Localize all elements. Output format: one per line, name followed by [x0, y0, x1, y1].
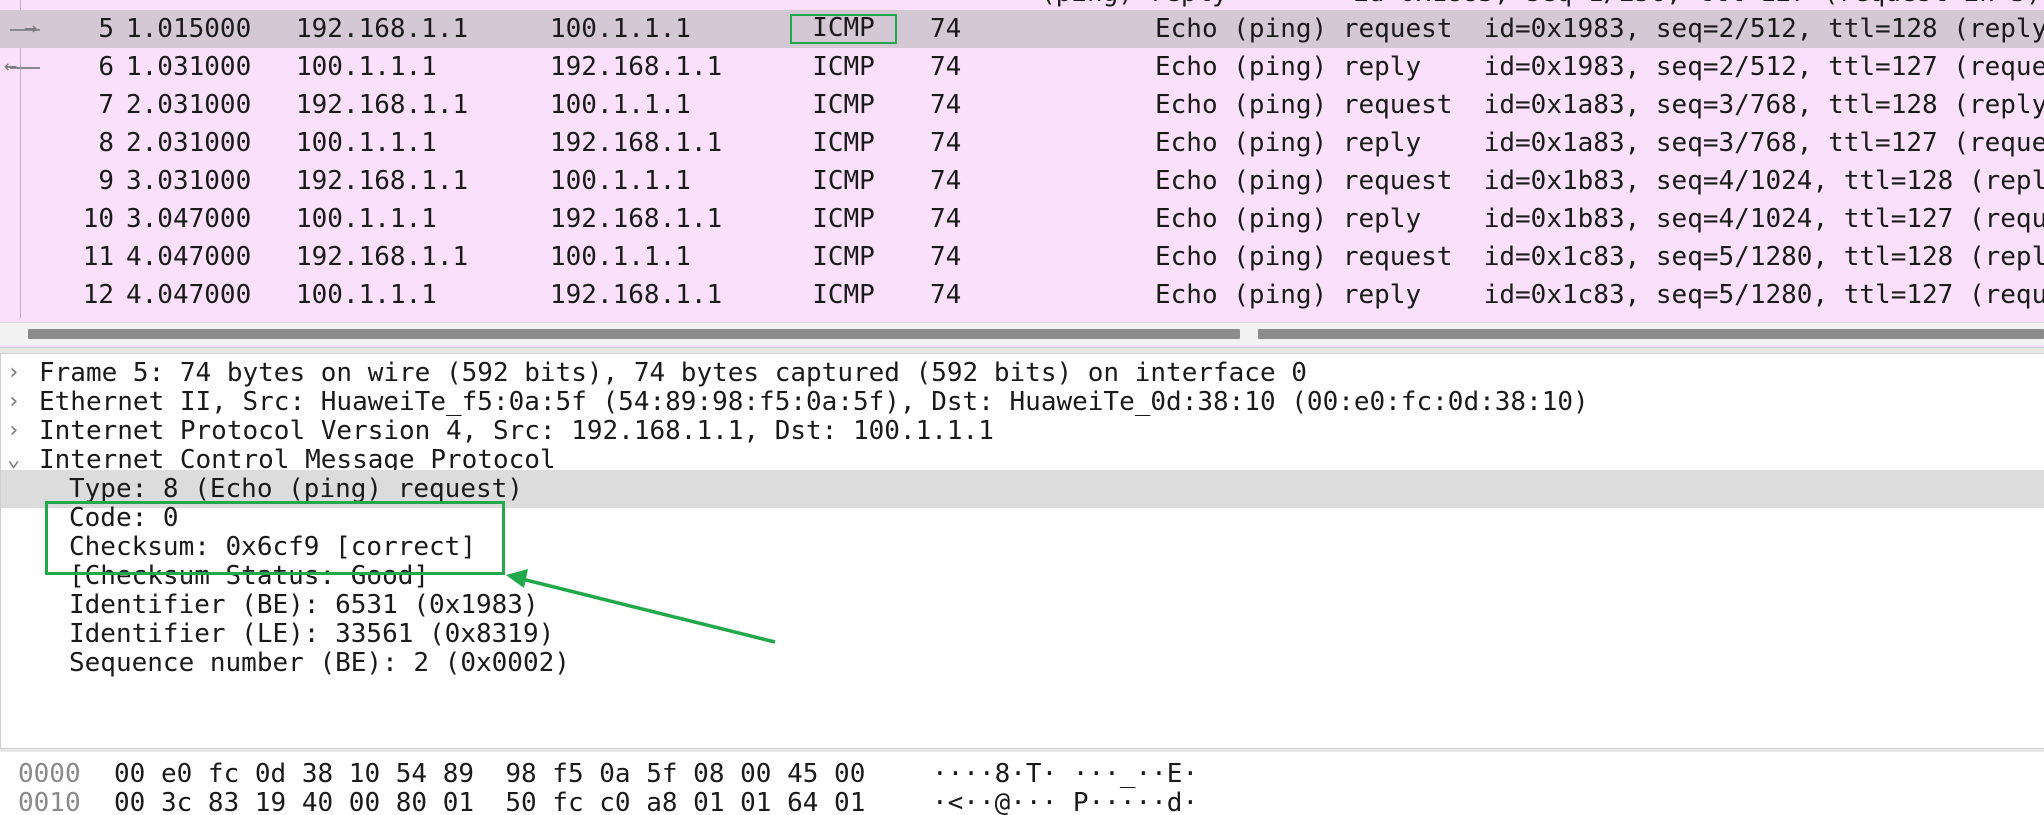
packet-info: Echo (ping) reply id=0x1c83, seq=5/1280,… [1155, 280, 2044, 310]
packet-number: 5 [98, 14, 114, 44]
packet-row[interactable]: ← 6 1.031000 100.1.1.1 192.168.1.1 ICMP 74 Echo… [0, 48, 2044, 86]
packet-number: 11 [82, 242, 114, 272]
packet-protocol: ICMP [812, 128, 875, 158]
packet-length: 74 [930, 166, 962, 196]
packet-source: 192.168.1.1 [296, 90, 469, 120]
packet-list[interactable]: (ping) reply id=0x1883, seq=1/256, ttl=1… [0, 0, 2044, 347]
packet-row[interactable]: 8 2.031000 100.1.1.1 192.168.1.1 ICMP 74 Echo … [0, 124, 2044, 162]
packet-destination: 100.1.1.1 [550, 166, 691, 196]
packet-time: 1.015000 [126, 14, 252, 44]
packet-source: 100.1.1.1 [296, 128, 437, 158]
packet-info: Echo (ping) reply id=0x1a83, seq=3/768, … [1155, 128, 2044, 158]
packet-row[interactable]: 7 2.031000 192.168.1.1 100.1.1.1 ICMP 74 Echo … [0, 86, 2044, 124]
packet-protocol: ICMP [812, 204, 875, 234]
packet-source: 192.168.1.1 [296, 14, 469, 44]
packet-source: 192.168.1.1 [296, 242, 469, 272]
annotation-highlight-box [45, 501, 505, 575]
packet-protocol: ICMP [812, 90, 875, 120]
packet-destination: 100.1.1.1 [550, 242, 691, 272]
packet-number: 8 [98, 128, 114, 158]
packet-number: 6 [98, 52, 114, 82]
hex-ascii: ·<··@··· P·····d· [932, 788, 1199, 815]
packet-info: Echo (ping) request id=0x1b83, seq=4/102… [1155, 166, 2044, 196]
packet-protocol: ICMP [812, 242, 875, 272]
packet-destination: 192.168.1.1 [550, 128, 723, 158]
packet-time: 3.047000 [126, 204, 252, 234]
packet-length: 74 [930, 242, 962, 272]
packet-number: 12 [82, 280, 114, 310]
packet-time: 4.047000 [126, 280, 252, 310]
packet-info: Echo (ping) reply id=0x1983, seq=2/512, … [1155, 52, 2044, 82]
packet-destination: 192.168.1.1 [550, 52, 723, 82]
packet-time: 1.031000 [126, 52, 252, 82]
packet-number: 7 [98, 90, 114, 120]
hex-bytes: 00 3c 83 19 40 00 80 01 50 fc c0 a8 01 0… [114, 788, 866, 815]
packet-source: 100.1.1.1 [296, 280, 437, 310]
hex-row[interactable]: 0010 00 3c 83 19 40 00 80 01 50 fc c0 a8 … [0, 784, 2044, 815]
packet-protocol: ICMP [790, 14, 897, 44]
packet-time: 2.031000 [126, 90, 252, 120]
packet-length: 74 [930, 128, 962, 158]
detail-tree-item[interactable]: Sequence number (BE): 2 (0x0002) [1, 644, 2044, 682]
packet-length: 74 [930, 280, 962, 310]
packet-row[interactable]: 10 3.047000 100.1.1.1 192.168.1.1 ICMP 74 Echo… [0, 200, 2044, 238]
hex-offset: 0010 [18, 788, 81, 815]
packet-info: Echo (ping) request id=0x1a83, seq=3/768… [1155, 90, 2044, 120]
packet-number: 9 [98, 166, 114, 196]
packet-protocol: ICMP [812, 280, 875, 310]
packet-bytes-pane[interactable]: 0000 00 e0 fc 0d 38 10 54 89 98 f5 0a 5f … [0, 752, 2044, 815]
packet-info: Echo (ping) reply id=0x1b83, seq=4/1024,… [1155, 204, 2044, 234]
packet-row[interactable]: 11 4.047000 192.168.1.1 100.1.1.1 ICMP 74 Echo… [0, 238, 2044, 276]
packet-info: Echo (ping) request id=0x1983, seq=2/512… [1155, 14, 2044, 44]
packet-length: 74 [930, 52, 962, 82]
packet-time: 3.031000 [126, 166, 252, 196]
packet-row[interactable]: 9 3.031000 192.168.1.1 100.1.1.1 ICMP 74 Echo … [0, 162, 2044, 200]
packet-destination: 192.168.1.1 [550, 204, 723, 234]
packet-length: 74 [930, 90, 962, 120]
packet-destination: 100.1.1.1 [550, 90, 691, 120]
packet-time: 2.031000 [126, 128, 252, 158]
horizontal-scrollbar[interactable] [0, 322, 2044, 345]
packet-row[interactable]: 12 4.047000 100.1.1.1 192.168.1.1 ICMP 74 Echo… [0, 276, 2044, 314]
packet-length: 74 [930, 204, 962, 234]
packet-source: 100.1.1.1 [296, 52, 437, 82]
packet-protocol: ICMP [812, 166, 875, 196]
packet-protocol: ICMP [812, 52, 875, 82]
packet-info: Echo (ping) request id=0x1c83, seq=5/128… [1155, 242, 2044, 272]
packet-number: 10 [82, 204, 114, 234]
packet-row[interactable]: → 5 1.015000 192.168.1.1 100.1.1.1 ICMP 74 Echo… [0, 10, 2044, 48]
packet-destination: 192.168.1.1 [550, 280, 723, 310]
packet-source: 100.1.1.1 [296, 204, 437, 234]
packet-source: 192.168.1.1 [296, 166, 469, 196]
packet-time: 4.047000 [126, 242, 252, 272]
scrollbar-thumb-right[interactable] [1258, 329, 2044, 339]
scrollbar-thumb-left[interactable] [28, 329, 1240, 339]
detail-text: Sequence number (BE): 2 (0x0002) [69, 648, 570, 678]
pane-splitter[interactable] [0, 347, 2044, 354]
packet-length: 74 [930, 14, 962, 44]
packet-destination: 100.1.1.1 [550, 14, 691, 44]
